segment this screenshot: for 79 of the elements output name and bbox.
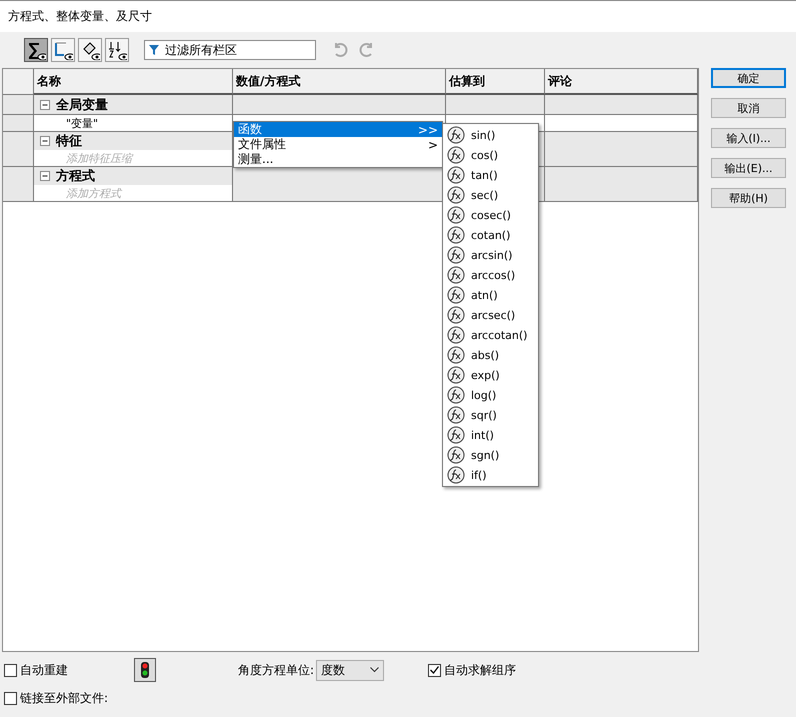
function-item[interactable]: arccotan()	[443, 325, 538, 345]
function-item[interactable]: arcsin()	[443, 245, 538, 265]
function-item[interactable]: cos()	[443, 145, 538, 165]
column-header: 估算到	[446, 69, 545, 95]
dialog-button[interactable]: 输出(E)...	[711, 158, 786, 178]
row-header	[3, 185, 34, 202]
function-item[interactable]: sin()	[443, 125, 538, 145]
function-icon	[447, 246, 465, 264]
menu-item[interactable]: 函数 >>	[234, 122, 442, 137]
sketch-eye-icon	[53, 40, 73, 60]
view-toggle-button[interactable]	[24, 38, 48, 62]
function-icon	[447, 286, 465, 304]
menu-item[interactable]: 测量...	[234, 152, 442, 167]
check-icon	[430, 666, 439, 674]
function-icon	[447, 346, 465, 364]
function-icon	[447, 206, 465, 224]
function-item[interactable]: abs()	[443, 345, 538, 365]
row-header	[3, 115, 34, 132]
filter-icon	[149, 44, 159, 56]
column-header: 名称	[34, 69, 233, 95]
collapse-icon[interactable]	[40, 171, 50, 181]
link-external-checkbox[interactable]: 链接至外部文件:	[4, 690, 384, 708]
dialog-button[interactable]: 确定	[711, 68, 786, 88]
function-icon	[447, 366, 465, 384]
function-item[interactable]: arcsec()	[443, 305, 538, 325]
function-icon	[447, 466, 465, 484]
order-eye-icon	[107, 40, 127, 60]
function-icon	[447, 266, 465, 284]
function-item[interactable]: arccos()	[443, 265, 538, 285]
auto-solve-checkbox[interactable]: 自动求解组序	[384, 662, 796, 679]
function-icon	[447, 446, 465, 464]
name-cell[interactable]: "变量"	[34, 115, 233, 132]
function-item[interactable]: cotan()	[443, 225, 538, 245]
function-icon	[447, 406, 465, 424]
row-header	[3, 69, 34, 95]
sum-eye-icon	[26, 40, 46, 60]
menu-item[interactable]: 文件属性 >	[234, 137, 442, 152]
chevron-down-icon	[370, 667, 379, 674]
function-item[interactable]: atn()	[443, 285, 538, 305]
function-item[interactable]: exp()	[443, 365, 538, 385]
function-item[interactable]: sec()	[443, 185, 538, 205]
function-icon	[447, 386, 465, 404]
function-icon	[447, 126, 465, 144]
function-item[interactable]: log()	[443, 385, 538, 405]
function-icon	[447, 426, 465, 444]
row-header	[3, 150, 34, 167]
section-title: 方程式	[56, 168, 95, 185]
function-item[interactable]: int()	[443, 425, 538, 445]
dialog-button[interactable]: 输入(I)...	[711, 128, 786, 148]
submenu-arrow: >>	[418, 122, 438, 136]
window-title: 方程式、整体变量、及尺寸	[0, 0, 796, 32]
column-header: 评论	[545, 69, 698, 95]
traffic-light-icon	[134, 658, 156, 682]
filter-field[interactable]: 过滤所有栏区	[144, 40, 316, 60]
dialog-button[interactable]: 帮助(H)	[711, 188, 786, 208]
function-item[interactable]: sqr()	[443, 405, 538, 425]
view-toggle-button[interactable]	[78, 38, 102, 62]
view-toggle-button[interactable]	[51, 38, 75, 62]
function-icon	[447, 186, 465, 204]
function-item[interactable]: tan()	[443, 165, 538, 185]
dialog-button[interactable]: 取消	[711, 98, 786, 118]
section-title: 特征	[56, 133, 82, 150]
function-item[interactable]: sgn()	[443, 445, 538, 465]
section-title: 全局变量	[56, 96, 108, 114]
function-icon	[447, 146, 465, 164]
view-toggle-button[interactable]	[105, 38, 129, 62]
function-icon	[447, 326, 465, 344]
angle-unit-label: 角度方程单位:	[238, 662, 314, 679]
function-item[interactable]: cosec()	[443, 205, 538, 225]
collapse-icon[interactable]	[40, 136, 50, 146]
function-icon	[447, 306, 465, 324]
column-header: 数值/方程式	[233, 69, 446, 95]
angle-unit-dropdown[interactable]: 度数	[316, 660, 384, 681]
collapse-icon[interactable]	[40, 100, 50, 110]
auto-rebuild-checkbox[interactable]: 自动重建	[4, 662, 134, 679]
function-item[interactable]: if()	[443, 465, 538, 485]
function-icon	[447, 226, 465, 244]
function-icon	[447, 166, 465, 184]
submenu-arrow: >	[428, 138, 438, 152]
